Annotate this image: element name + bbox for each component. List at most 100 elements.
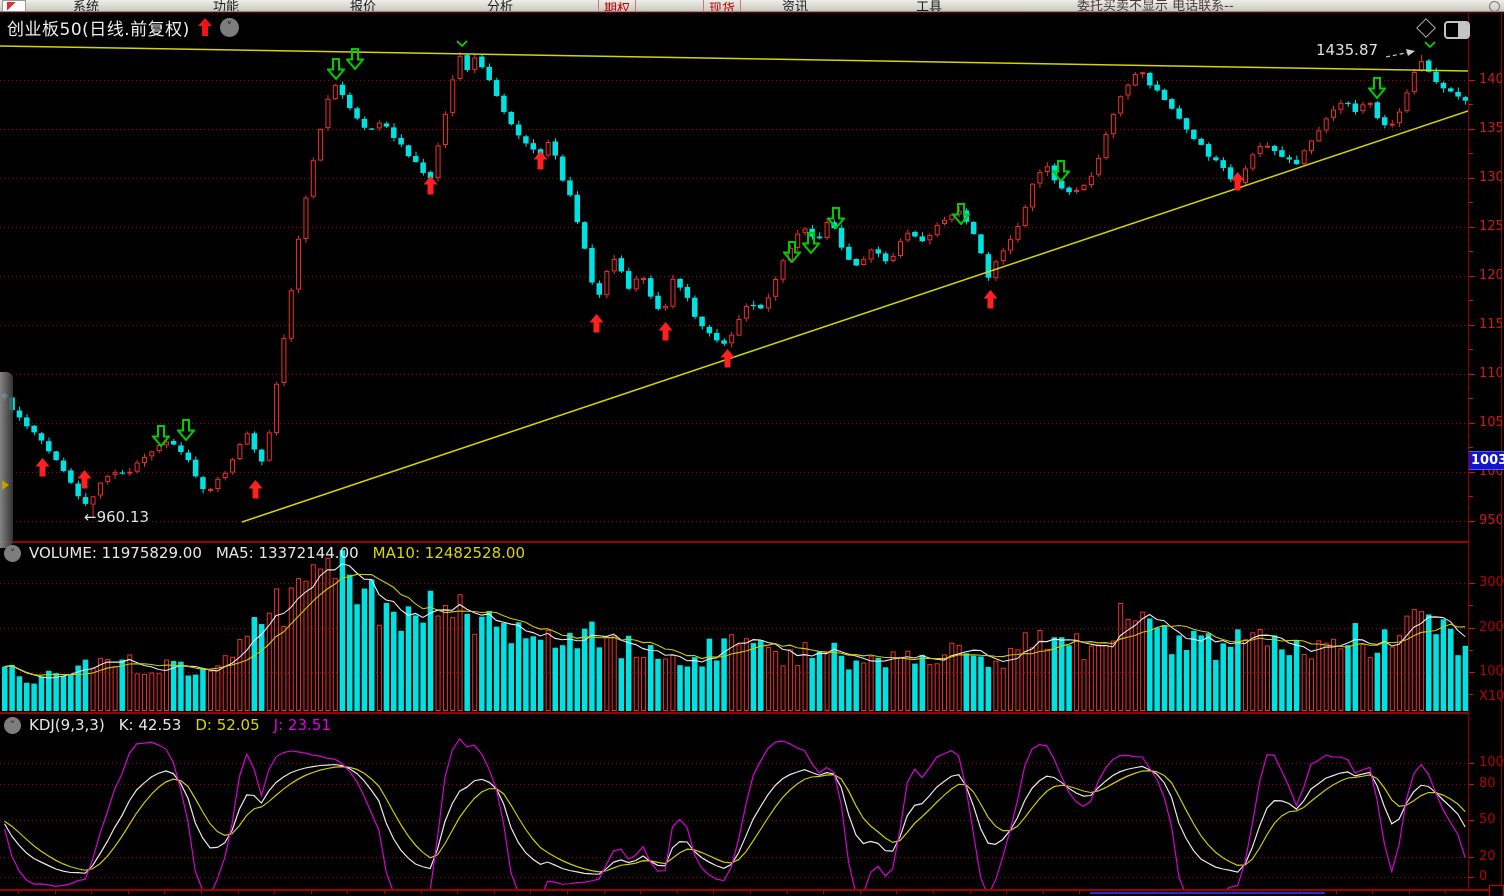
axis-tick — [1469, 202, 1473, 203]
menu-item-6[interactable]: 资讯 — [782, 0, 808, 12]
axis-tick — [1469, 521, 1475, 522]
menu-item-3[interactable]: 分析 — [487, 0, 513, 12]
volume-chart-canvas[interactable] — [0, 543, 1468, 711]
resize-corner-icon[interactable] — [1489, 885, 1504, 896]
axis-tick — [1469, 80, 1475, 81]
time-tick — [530, 891, 531, 894]
buy-signal-arrow — [248, 480, 263, 499]
time-tick — [604, 891, 605, 894]
axis-label: 1100 — [1479, 366, 1502, 381]
sell-signal-arrow — [952, 203, 970, 225]
axis-tick — [1469, 398, 1473, 399]
axis-tick — [1469, 650, 1473, 651]
axis-tick — [1469, 472, 1475, 473]
menu-item-2[interactable]: 报价 — [350, 0, 376, 12]
time-tick — [640, 891, 641, 894]
buy-signal-arrow — [983, 290, 998, 309]
axis-tick — [1469, 178, 1475, 179]
time-tick — [347, 891, 348, 894]
axis-tick — [1469, 129, 1475, 130]
axis-label: 1400 — [1479, 72, 1502, 87]
split-view-icon[interactable] — [1444, 21, 1470, 39]
chart-title: 创业板50(日线.前复权) — [7, 15, 190, 40]
axis-tick — [1469, 857, 1474, 858]
axis-label: 0 — [1479, 869, 1503, 884]
axis-label: 20 — [1479, 849, 1503, 864]
axis-label: 1300 — [1479, 170, 1502, 185]
time-tick — [896, 891, 897, 894]
collapse-main-pane-button[interactable]: ˅ — [220, 18, 239, 37]
time-tick — [201, 891, 202, 894]
volume-ma10-label: MA10: 12482528.00 — [373, 544, 525, 562]
time-tick — [567, 891, 568, 894]
sell-signal-arrow — [783, 241, 801, 263]
high-price-annotation: 1435.87 — [1316, 41, 1378, 59]
axis-tick — [1469, 349, 1473, 350]
left-panel-splitter[interactable] — [0, 372, 13, 548]
time-tick — [933, 891, 934, 894]
axis-tick — [1469, 605, 1473, 606]
axis-tick — [1469, 583, 1475, 584]
buy-signal-arrow — [77, 470, 92, 489]
time-tick — [1409, 891, 1410, 894]
candlestick-chart-canvas[interactable] — [0, 13, 1468, 541]
axis-tick — [1469, 227, 1475, 228]
peak-check-icon — [1424, 41, 1436, 49]
menu-item-5[interactable]: 现货 — [703, 0, 741, 12]
time-tick — [1006, 891, 1007, 894]
time-tick — [1372, 891, 1373, 894]
sell-signal-arrow — [827, 207, 845, 229]
axis-tick — [1469, 325, 1475, 326]
volume-label: VOLUME: 11975829.00 — [29, 544, 202, 562]
axis-tick — [1469, 694, 1473, 695]
time-tick — [1445, 891, 1446, 894]
axis-label: 100 — [1479, 755, 1503, 770]
axis-label: 1350 — [1479, 121, 1502, 136]
menu-item-1[interactable]: 功能 — [213, 0, 239, 12]
time-tick — [677, 891, 678, 894]
axis-tick — [1469, 423, 1475, 424]
buy-signal-arrow — [658, 322, 673, 341]
sell-signal-arrow — [1368, 77, 1386, 99]
axis-tick — [1469, 104, 1473, 105]
buy-signal-arrow — [589, 314, 604, 333]
sell-signal-arrow — [1052, 160, 1070, 182]
volume-ma5-label: MA5: 13372144.00 — [216, 544, 359, 562]
sell-signal-arrow — [152, 425, 170, 447]
help-icon[interactable] — [1489, 1, 1500, 12]
time-tick — [823, 891, 824, 894]
buy-signal-arrow — [35, 458, 50, 477]
time-tick — [18, 891, 19, 894]
menubar: 系统功能报价分析期权现货资讯工具 委托买卖不显示 电话联系-- — [0, 0, 1504, 12]
collapse-kdj-pane-button[interactable]: ˅ — [4, 717, 21, 734]
time-tick — [970, 891, 971, 894]
time-tick — [750, 891, 751, 894]
axis-label: 950 — [1479, 513, 1502, 528]
menu-item-7[interactable]: 工具 — [916, 0, 942, 12]
menu-item-4[interactable]: 期权 — [598, 0, 636, 12]
collapse-volume-pane-button[interactable]: ˅ — [4, 545, 21, 562]
time-tick — [421, 891, 422, 894]
buy-signal-arrow — [1230, 172, 1245, 191]
kdj-k-value: K: 42.53 — [119, 716, 182, 734]
buy-signal-arrow — [533, 151, 548, 170]
low-price-annotation: ←960.13 — [84, 508, 149, 526]
axis-tick — [1469, 877, 1474, 878]
time-tick — [1336, 891, 1337, 894]
menu-item-0[interactable]: 系统 — [73, 0, 99, 12]
axis-label: 100 — [1479, 664, 1503, 679]
axis-label: 80 — [1479, 776, 1503, 791]
time-tick — [494, 891, 495, 894]
axis-tick — [1469, 763, 1474, 764]
axis-label: 1050 — [1479, 415, 1502, 430]
time-tick — [860, 891, 861, 894]
trading-app-window: 系统功能报价分析期权现货资讯工具 委托买卖不显示 电话联系-- 创业板50(日线… — [0, 0, 1504, 896]
app-icon[interactable] — [2, 0, 26, 12]
axis-label: 300 — [1479, 575, 1503, 590]
axis-tick — [1469, 300, 1473, 301]
peak-check-icon — [456, 40, 468, 48]
time-tick — [311, 891, 312, 894]
axis-label: 200 — [1479, 620, 1503, 635]
time-tick — [55, 891, 56, 894]
kdj-chart-canvas[interactable] — [0, 715, 1468, 889]
